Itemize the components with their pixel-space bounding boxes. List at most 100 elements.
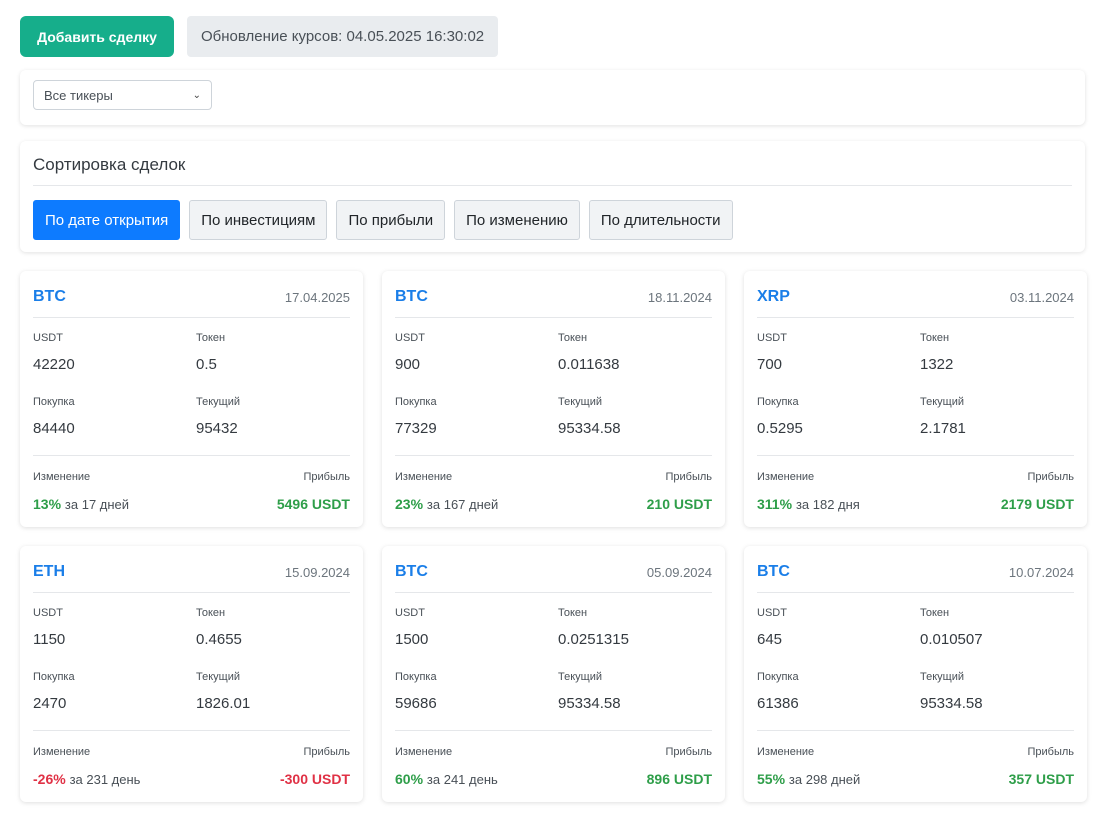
divider	[33, 730, 350, 731]
buy-cell: Покупка 84440	[33, 396, 193, 437]
token-label: Токен	[558, 332, 588, 344]
buy-value: 84440	[33, 420, 75, 437]
usdt-value: 42220	[33, 356, 75, 373]
sort-buttons: По дате открытия По инвестициям По прибы…	[33, 200, 733, 240]
buy-cell: Покупка 0.5295	[757, 396, 917, 437]
change-block: Изменение 13% за 17 дней	[33, 471, 129, 512]
deal-duration: за 182 дня	[795, 497, 860, 512]
change-percent: -26%	[33, 771, 66, 787]
deal-ticker[interactable]: BTC	[757, 563, 790, 581]
deal-ticker[interactable]: BTC	[395, 288, 428, 306]
profit-label: Прибыль	[665, 746, 712, 758]
buy-label: Покупка	[33, 671, 75, 683]
divider	[395, 730, 712, 731]
deal-card[interactable]: BTC 17.04.2025 USDT 42220 Токен 0.5 Поку…	[20, 271, 363, 527]
buy-cell: Покупка 61386	[757, 671, 917, 712]
deal-card-header: XRP 03.11.2024	[757, 287, 1074, 307]
change-percent: 23%	[395, 496, 424, 512]
current-value: 1826.01	[196, 695, 251, 712]
profit-value: 5496 USDT	[276, 496, 350, 512]
deal-ticker[interactable]: XRP	[757, 288, 790, 306]
sort-by-profit-button[interactable]: По прибыли	[336, 200, 446, 240]
divider	[33, 185, 1072, 186]
change-percent: 60%	[395, 771, 424, 787]
deal-card-header: ETH 15.09.2024	[33, 562, 350, 582]
deal-card[interactable]: BTC 05.09.2024 USDT 1500 Токен 0.0251315…	[382, 546, 725, 802]
deal-duration: за 231 день	[69, 772, 141, 787]
deal-date: 18.11.2024	[647, 289, 712, 305]
divider	[395, 455, 712, 456]
usdt-label: USDT	[757, 332, 787, 344]
add-deal-button[interactable]: Добавить сделку	[20, 16, 174, 57]
usdt-cell: USDT 1150	[33, 607, 193, 648]
change-block: Изменение 55% за 298 дней	[757, 746, 860, 787]
change-label: Изменение	[395, 746, 453, 758]
current-value: 95334.58	[558, 420, 621, 437]
token-value: 0.5	[196, 356, 217, 373]
change-block: Изменение 60% за 241 день	[395, 746, 498, 787]
sort-by-change-button[interactable]: По изменению	[454, 200, 580, 240]
deal-cards: BTC 17.04.2025 USDT 42220 Токен 0.5 Поку…	[20, 271, 1087, 802]
divider	[757, 592, 1074, 593]
current-value: 95334.58	[558, 695, 621, 712]
usdt-value: 645	[757, 631, 783, 648]
change-label: Изменение	[33, 471, 91, 483]
buy-label: Покупка	[757, 671, 799, 683]
chevron-down-icon: ⌄	[192, 89, 201, 101]
buy-value: 77329	[395, 420, 437, 437]
current-value: 2.1781	[920, 420, 966, 437]
deal-card-header: BTC 10.07.2024	[757, 562, 1074, 582]
current-cell: Текущий 95334.58	[558, 671, 718, 712]
usdt-label: USDT	[395, 607, 425, 619]
change-percent: 13%	[33, 496, 62, 512]
usdt-cell: USDT 1500	[395, 607, 555, 648]
change-percent: 55%	[757, 771, 786, 787]
deal-ticker[interactable]: BTC	[33, 288, 66, 306]
current-cell: Текущий 95432	[196, 396, 356, 437]
deal-card[interactable]: ETH 15.09.2024 USDT 1150 Токен 0.4655 По…	[20, 546, 363, 802]
buy-label: Покупка	[395, 396, 437, 408]
token-cell: Токен 0.010507	[920, 607, 1080, 648]
profit-block: Прибыль 896 USDT	[647, 746, 712, 787]
deal-card[interactable]: XRP 03.11.2024 USDT 700 Токен 1322 Покуп…	[744, 271, 1087, 527]
deal-ticker[interactable]: BTC	[395, 563, 428, 581]
ticker-select[interactable]: Все тикеры ⌄	[33, 80, 212, 110]
current-label: Текущий	[920, 396, 964, 408]
deal-duration: за 17 дней	[64, 497, 130, 512]
profit-block: Прибыль 2179 USDT	[1001, 471, 1074, 512]
buy-cell: Покупка 2470	[33, 671, 193, 712]
sort-by-duration-button[interactable]: По длительности	[588, 200, 733, 240]
sort-by-investment-button[interactable]: По инвестициям	[189, 200, 328, 240]
change-block: Изменение 311% за 182 дня	[757, 471, 860, 512]
deal-date: 10.07.2024	[1008, 564, 1074, 580]
token-value: 0.011638	[558, 356, 620, 373]
buy-value: 59686	[395, 695, 437, 712]
current-label: Текущий	[558, 671, 602, 683]
buy-value: 61386	[757, 695, 799, 712]
buy-value: 2470	[33, 695, 67, 712]
current-label: Текущий	[558, 396, 602, 408]
buy-cell: Покупка 59686	[395, 671, 555, 712]
deal-card-header: BTC 18.11.2024	[395, 287, 712, 307]
usdt-cell: USDT 900	[395, 332, 555, 373]
divider	[33, 455, 350, 456]
divider	[757, 730, 1074, 731]
divider	[757, 455, 1074, 456]
deal-ticker[interactable]: ETH	[33, 563, 65, 581]
buy-label: Покупка	[33, 396, 75, 408]
deal-duration: за 298 дней	[788, 772, 861, 787]
sort-by-open-date-button[interactable]: По дате открытия	[33, 200, 181, 240]
deal-duration: за 241 день	[426, 772, 498, 787]
deal-card[interactable]: BTC 10.07.2024 USDT 645 Токен 0.010507 П…	[744, 546, 1087, 802]
usdt-cell: USDT 700	[757, 332, 917, 373]
usdt-value: 900	[395, 356, 421, 373]
divider	[395, 317, 712, 318]
profit-block: Прибыль 357 USDT	[1009, 746, 1074, 787]
profit-label: Прибыль	[665, 471, 712, 483]
current-label: Текущий	[196, 671, 240, 683]
usdt-value: 1500	[395, 631, 429, 648]
buy-value: 0.5295	[757, 420, 803, 437]
usdt-label: USDT	[395, 332, 425, 344]
deal-card[interactable]: BTC 18.11.2024 USDT 900 Токен 0.011638 П…	[382, 271, 725, 527]
token-value: 0.4655	[196, 631, 242, 648]
